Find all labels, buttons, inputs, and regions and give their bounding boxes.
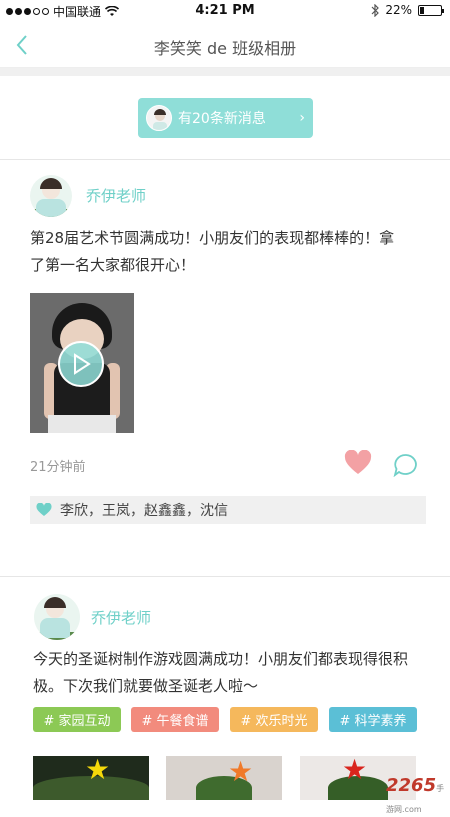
heart-icon — [344, 449, 372, 474]
bluetooth-icon — [371, 3, 380, 17]
message-avatar — [146, 105, 172, 131]
battery-icon — [418, 4, 444, 16]
nav-bar: 李笑笑 de 班级相册 — [0, 22, 450, 68]
tag-lunch-menu[interactable]: # 午餐食谱 — [131, 707, 219, 732]
status-right: 22% — [371, 3, 444, 17]
post-author[interactable]: 乔伊老师 — [91, 607, 151, 628]
tag-home-school[interactable]: # 家园互动 — [33, 707, 121, 732]
comment-button[interactable] — [393, 453, 419, 478]
new-messages-label: 有20条新消息 — [178, 111, 266, 127]
author-avatar[interactable] — [34, 594, 80, 640]
author-avatar[interactable] — [30, 175, 72, 217]
divider — [0, 159, 450, 160]
play-icon[interactable] — [58, 341, 104, 387]
post-photo[interactable]: ★ — [33, 756, 149, 800]
watermark-logo: 2265手游网.com — [386, 775, 445, 814]
page-title: 李笑笑 de 班级相册 — [153, 39, 297, 58]
post-video-thumbnail[interactable] — [30, 293, 134, 433]
like-button[interactable] — [344, 449, 372, 476]
section-separator — [0, 68, 450, 76]
heart-icon — [36, 503, 52, 516]
tag-science[interactable]: # 科学素养 — [329, 707, 417, 732]
tag-happy-time[interactable]: # 欢乐时光 — [230, 707, 318, 732]
likes-list: 李欣，王岚，赵鑫鑫，沈信 — [30, 496, 426, 524]
chevron-right-icon: › — [299, 110, 305, 126]
post-time: 21分钟前 — [30, 460, 86, 475]
new-messages-button[interactable]: 有20条新消息 › — [138, 98, 313, 138]
post-photo[interactable]: ★ — [166, 756, 282, 800]
post-text-line-2: 极。下次我们就要做圣诞老人啦～ — [33, 677, 259, 695]
post-text-line-2: 了第一名大家都很开心！ — [30, 256, 196, 274]
divider — [0, 576, 450, 577]
post-author[interactable]: 乔伊老师 — [86, 185, 146, 206]
comment-icon — [393, 454, 417, 478]
post-text-line-1: 第28届艺术节圆满成功！小朋友们的表现都棒棒的！拿 — [30, 229, 395, 247]
battery-percent: 22% — [385, 3, 412, 17]
likes-names: 李欣，王岚，赵鑫鑫，沈信 — [60, 503, 228, 519]
status-bar: 中国联通 4:21 PM 22% — [0, 0, 450, 22]
post-text-line-1: 今天的圣诞树制作游戏圆满成功！小朋友们都表现得很积 — [33, 650, 409, 668]
